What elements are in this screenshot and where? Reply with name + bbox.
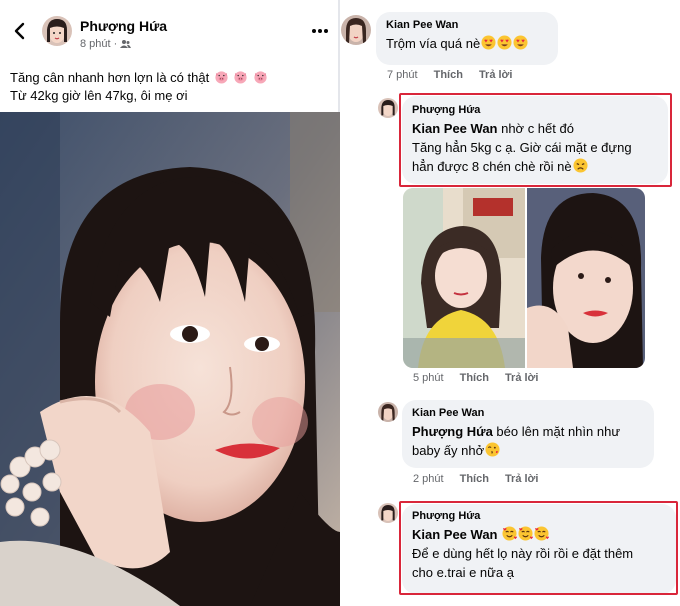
post-text-line-1: Tăng cân nhanh hơn lợn là có thật <box>10 69 332 87</box>
comment-actions: 7 phút Thích Trả lời <box>387 69 512 81</box>
more-options-icon[interactable] <box>310 24 330 38</box>
like-button[interactable]: Thích <box>434 69 463 81</box>
post-meta: 8 phút · <box>80 38 132 50</box>
pig-face-emoji <box>215 71 228 84</box>
post-time[interactable]: 8 phút <box>80 38 111 50</box>
back-arrow-icon[interactable] <box>10 21 30 41</box>
mention-link[interactable]: Phượng Hứa <box>412 424 493 439</box>
comment-time[interactable]: 7 phút <box>387 69 418 81</box>
post-header: Phượng Hứa 8 phút · <box>0 0 340 60</box>
post-text: Tăng cân nhanh hơn lợn là có thật Từ 42k… <box>10 69 332 105</box>
author-avatar[interactable] <box>42 16 72 46</box>
commenter-avatar[interactable] <box>341 15 371 45</box>
like-button[interactable]: Thích <box>460 372 489 384</box>
like-button[interactable]: Thích <box>460 473 489 485</box>
kissing-wink-emoji <box>485 442 500 457</box>
comment-bubble: Kian Pee Wan Trộm vía quá nè <box>376 12 558 65</box>
comment-photo-attachment[interactable] <box>403 188 645 368</box>
pig-face-emoji <box>254 71 267 84</box>
comment-actions: 5 phút Thích Trả lời <box>413 372 538 384</box>
comment-text: Trộm vía quá nè <box>386 34 548 53</box>
highlight-box <box>399 501 678 595</box>
post-panel: Phượng Hứa 8 phút · Tăng cân nhanh hơn l… <box>0 0 340 606</box>
commenter-avatar[interactable] <box>378 503 398 523</box>
commenter-avatar[interactable] <box>378 98 398 118</box>
comment-actions: 2 phút Thích Trả lời <box>413 473 538 485</box>
comment-text: Phượng Hứa béo lên mặt nhìn như baby ấy … <box>412 424 621 458</box>
commenter-avatar[interactable] <box>378 402 398 422</box>
highlight-box <box>399 93 672 187</box>
comment-time[interactable]: 5 phút <box>413 372 444 384</box>
comment-author[interactable]: Kian Pee Wan <box>386 19 548 31</box>
reply-button[interactable]: Trả lời <box>505 372 539 384</box>
reply-button[interactable]: Trả lời <box>479 69 513 81</box>
heart-eyes-emoji <box>497 35 512 50</box>
heart-eyes-emoji <box>481 35 496 50</box>
heart-eyes-emoji <box>513 35 528 50</box>
comment-time[interactable]: 2 phút <box>413 473 444 485</box>
comment-author[interactable]: Kian Pee Wan <box>412 407 644 419</box>
separator-dot: · <box>113 38 118 50</box>
post-author-name[interactable]: Phượng Hứa <box>80 18 167 34</box>
comment-bubble: Kian Pee Wan Phượng Hứa béo lên mặt nhìn… <box>402 400 654 468</box>
friends-audience-icon[interactable] <box>120 39 132 49</box>
pig-face-emoji <box>234 71 248 84</box>
reply-button[interactable]: Trả lời <box>505 473 539 485</box>
post-photo[interactable] <box>0 112 340 606</box>
post-text-line-2: Từ 42kg giờ lên 47kg, ôi mẹ ơi <box>10 88 188 103</box>
